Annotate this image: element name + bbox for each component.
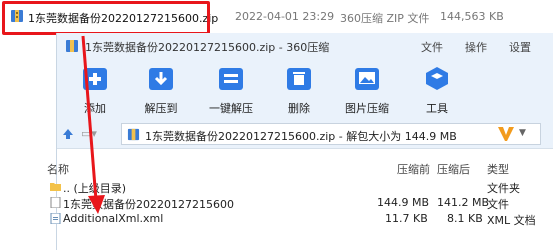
row-type: 文件 (487, 198, 509, 211)
add-button[interactable]: 添加 (65, 63, 125, 119)
extract-to-icon (149, 68, 173, 90)
folder-icon (50, 183, 61, 191)
tools-button[interactable]: 工具 (407, 63, 467, 119)
folder-nav-icon[interactable]: ▭▾ (81, 127, 97, 140)
row-type: 文件夹 (487, 182, 520, 195)
image-compress-label: 图片压缩 (345, 102, 389, 115)
highlight-box (2, 1, 210, 35)
file-icon (50, 197, 61, 208)
v-logo-icon[interactable] (497, 126, 515, 142)
tools-label: 工具 (426, 102, 448, 115)
address-bar: ▭▾ 1东莞数据备份20220127215600.zip - 解包大小为 144… (57, 119, 553, 149)
toolbar: 添加 解压到 一键解压 删除 图片压缩 工具 (57, 59, 553, 119)
explorer-type: 360压缩 ZIP 文件 (340, 12, 430, 25)
xml-file-icon (50, 213, 61, 224)
window-title: 1东莞数据备份20220127215600.zip - 360压缩 (85, 41, 330, 54)
one-click-extract-icon (219, 68, 243, 90)
list-item[interactable]: .. (上级目录) 文件夹 (50, 179, 553, 195)
row-after: 8.1 KB (447, 212, 483, 225)
zip-archive-icon (127, 128, 140, 141)
extract-to-label: 解压到 (144, 102, 178, 115)
menu-settings[interactable]: 设置 (509, 39, 531, 55)
list-item[interactable]: AdditionalXml.xml 11.7 KB 8.1 KB XML 文档 (50, 211, 553, 227)
delete-label: 删除 (288, 102, 310, 115)
chevron-down-icon[interactable]: ▼ (519, 128, 526, 138)
row-name: .. (上级目录) (63, 182, 127, 195)
image-compress-icon (355, 68, 379, 90)
tools-icon (426, 67, 448, 90)
list-header: 名称 压缩前 压缩后 类型 (47, 159, 553, 177)
one-click-extract-label: 一键解压 (209, 102, 253, 115)
image-compress-button[interactable]: 图片压缩 (337, 63, 397, 119)
col-type[interactable]: 类型 (487, 161, 509, 177)
col-before[interactable]: 压缩前 (397, 161, 430, 177)
row-type: XML 文档 (487, 214, 536, 227)
zip-window: 1东莞数据备份20220127215600.zip - 360压缩 文件 操作 … (47, 33, 553, 250)
delete-button[interactable]: 删除 (269, 63, 329, 119)
row-before: 144.9 MB (377, 196, 430, 209)
add-icon (83, 68, 107, 90)
up-arrow-icon[interactable] (61, 127, 75, 141)
row-name: AdditionalXml.xml (63, 212, 164, 225)
title-bar[interactable]: 1东莞数据备份20220127215600.zip - 360压缩 文件 操作 … (57, 33, 553, 59)
delete-icon (287, 68, 311, 90)
row-after: 141.2 MB (437, 196, 490, 209)
menu-file[interactable]: 文件 (421, 39, 443, 55)
row-before: 11.7 KB (385, 212, 428, 225)
one-click-extract-button[interactable]: 一键解压 (201, 63, 261, 119)
col-after[interactable]: 压缩后 (437, 161, 470, 177)
explorer-size: 144,563 KB (440, 10, 504, 23)
explorer-date: 2022-04-01 23:29 (235, 10, 335, 23)
extract-to-button[interactable]: 解压到 (131, 63, 191, 119)
archive-path: 1东莞数据备份20220127215600.zip - 解包大小为 144.9 … (145, 130, 457, 143)
menu-operate[interactable]: 操作 (465, 39, 487, 55)
zip-archive-icon (66, 40, 78, 52)
row-name: 1东莞数据备份20220127215600 (63, 198, 234, 211)
list-item[interactable]: 1东莞数据备份20220127215600 144.9 MB 141.2 MB … (50, 195, 553, 211)
add-label: 添加 (84, 102, 106, 115)
col-name[interactable]: 名称 (47, 161, 69, 177)
